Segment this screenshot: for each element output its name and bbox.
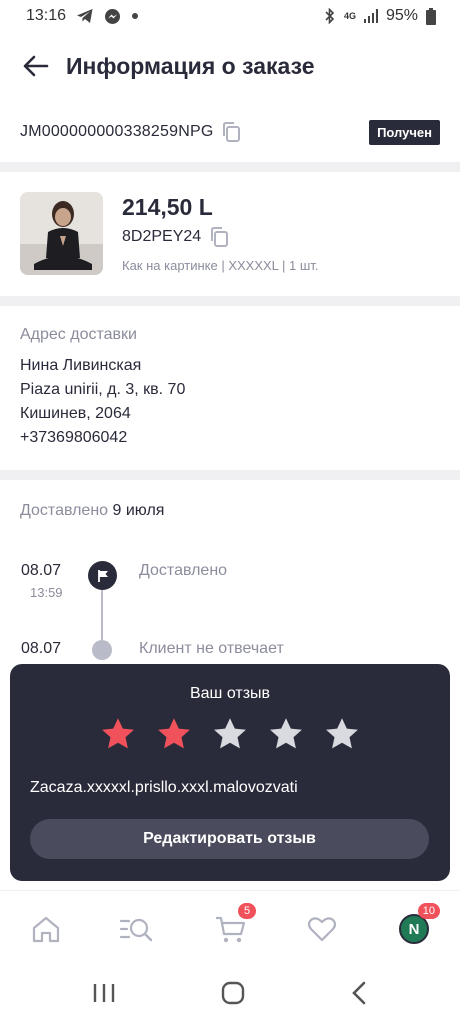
delivery-date: 9 июля — [112, 502, 165, 519]
nav-cart[interactable]: 5 — [210, 903, 256, 949]
star-filled-icon[interactable] — [100, 716, 136, 752]
cart-badge: 5 — [238, 903, 256, 919]
star-filled-icon[interactable] — [156, 716, 192, 752]
product-image[interactable] — [20, 192, 103, 275]
star-empty-icon[interactable] — [268, 716, 304, 752]
nav-profile[interactable]: N 10 — [394, 903, 440, 949]
status-time: 13:16 — [26, 7, 67, 24]
address-phone: +37369806042 — [20, 429, 128, 446]
review-text: Zacaza.xxxxxl.prisllo.xxxl.malovozvati — [30, 779, 298, 796]
copy-icon[interactable] — [209, 226, 229, 248]
nav-catalog-search[interactable] — [116, 909, 156, 949]
order-id: JM000000000338259NPG — [20, 123, 214, 140]
timeline-dot — [92, 640, 112, 660]
timeline-label: Доставлено — [139, 562, 228, 579]
signal-icon — [363, 9, 378, 23]
timeline-connector — [101, 588, 103, 642]
profile-badge: 10 — [417, 903, 440, 919]
edit-review-button[interactable]: Редактировать отзыв — [30, 819, 429, 859]
recent-apps-button[interactable] — [92, 982, 116, 1009]
dot-icon — [131, 12, 139, 20]
chevron-left-icon — [352, 981, 366, 1004]
product-variant: Как на картинке | XXXXXL | 1 шт. — [122, 258, 319, 273]
timeline-date: 08.07 — [21, 562, 62, 579]
delivery-status: Доставлено 9 июля — [20, 502, 164, 520]
catalog-search-icon — [119, 918, 153, 942]
address-city: Кишинев, 2064 — [20, 405, 131, 422]
home-system-button[interactable] — [220, 980, 246, 1011]
status-badge: Получен — [369, 119, 440, 145]
system-back-button[interactable] — [350, 981, 368, 1010]
product-card[interactable]: 214,50 L 8D2PEY24 Как на картинке | XXXX… — [0, 190, 460, 280]
divider — [0, 162, 460, 172]
divider — [0, 296, 460, 306]
divider — [0, 470, 460, 480]
order-id-row: JM000000000338259NPG Получен — [0, 110, 460, 154]
back-button[interactable] — [6, 38, 66, 94]
system-navigation — [0, 966, 460, 1024]
timeline-date: 08.07 — [21, 640, 62, 657]
star-empty-icon[interactable] — [212, 716, 248, 752]
battery-percent: 95% — [385, 7, 418, 24]
review-title: Ваш отзыв — [189, 685, 271, 702]
arrow-left-icon — [23, 55, 49, 77]
status-bar: 13:16 4G 95% — [0, 0, 460, 32]
copy-icon[interactable] — [221, 121, 241, 143]
bottom-navigation: 5 N 10 — [0, 890, 460, 966]
review-card: Ваш отзыв Zacaza.xxxxxl.prisllo.xxxl.mal… — [10, 664, 450, 881]
delivery-address: Адрес доставки Нина Ливинская Piaza unir… — [20, 326, 440, 450]
telegram-icon — [76, 8, 94, 24]
address-street: Piaza unirii, д. 3, кв. 70 — [20, 381, 186, 398]
product-sku: 8D2PEY24 — [122, 228, 202, 245]
nav-favorites[interactable] — [302, 909, 342, 949]
bluetooth-icon — [324, 8, 336, 24]
page-header: Информация о заказе — [0, 38, 460, 94]
star-rating[interactable] — [10, 716, 450, 752]
recent-apps-icon — [93, 983, 115, 1002]
sku-row: 8D2PEY24 — [122, 226, 229, 248]
flag-icon — [88, 561, 117, 590]
network-label: 4G — [343, 11, 356, 21]
timeline-label: Клиент не отвечает — [139, 640, 284, 657]
messenger-icon — [104, 8, 121, 25]
nav-home[interactable] — [26, 909, 66, 949]
recipient-name: Нина Ливинская — [20, 357, 142, 374]
battery-icon — [426, 7, 436, 25]
home-system-icon — [221, 981, 245, 1004]
home-icon — [32, 916, 60, 943]
cart-icon — [216, 916, 246, 943]
address-label: Адрес доставки — [20, 326, 137, 343]
heart-icon — [307, 917, 337, 942]
page-title: Информация о заказе — [66, 52, 315, 79]
delivery-prefix: Доставлено — [20, 502, 109, 519]
timeline-time: 13:59 — [30, 585, 63, 600]
product-price: 214,50 L — [122, 194, 213, 220]
star-empty-icon[interactable] — [324, 716, 360, 752]
